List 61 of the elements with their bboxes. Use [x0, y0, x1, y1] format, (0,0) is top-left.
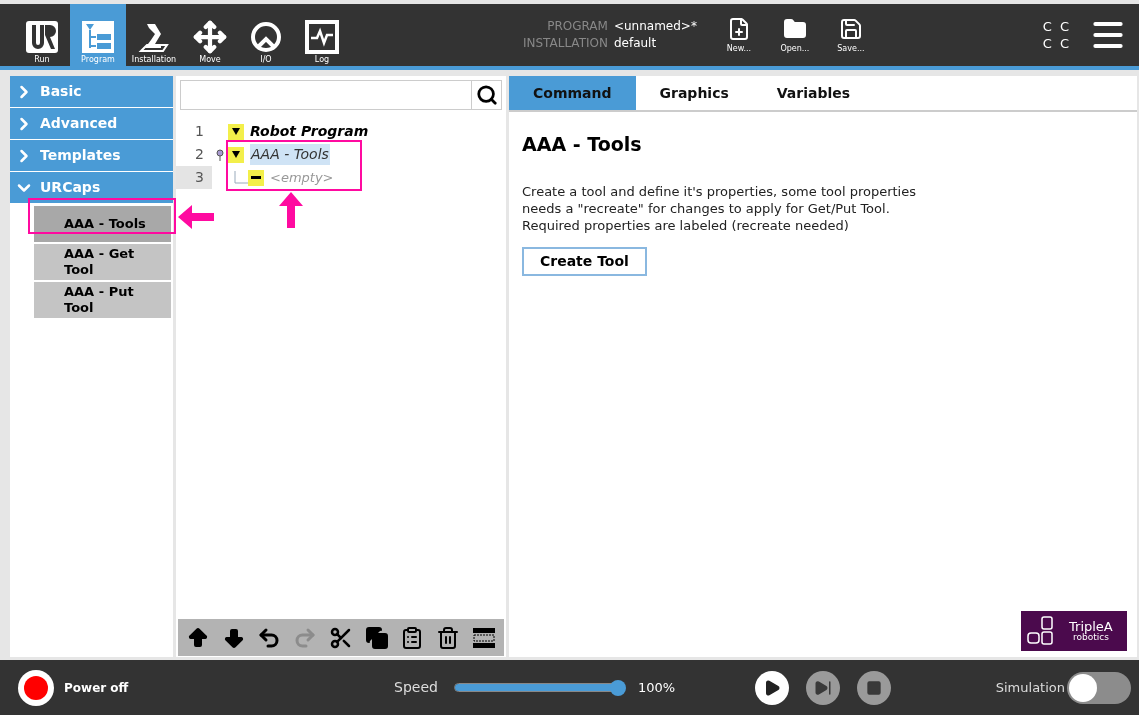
tab[interactable]: Command: [509, 76, 636, 110]
nav-tab[interactable]: Log: [294, 4, 350, 66]
power-status: Power off: [64, 679, 130, 697]
tab[interactable]: Variables: [752, 76, 875, 110]
folder-icon: [782, 17, 807, 41]
step-icon: [814, 678, 833, 697]
save-icon: [838, 17, 863, 41]
status-letter: C: [1042, 35, 1052, 52]
move-arrows-icon: [193, 20, 227, 54]
pin-icon: [216, 148, 224, 161]
nav-tab[interactable]: Move: [182, 4, 238, 66]
power-button[interactable]: [18, 669, 54, 706]
status-letter: C: [1059, 35, 1069, 52]
create-tool-button[interactable]: Create Tool: [522, 246, 647, 276]
scissors-icon[interactable]: [328, 625, 353, 650]
chart-window-icon: [305, 20, 339, 54]
stop-icon: [866, 679, 883, 696]
tree-node[interactable]: Robot Program: [250, 121, 369, 142]
simulation-switch[interactable]: [1067, 671, 1131, 704]
collapse-icon[interactable]: [228, 123, 244, 140]
installation-label: INSTALLATION: [521, 35, 608, 52]
play-button[interactable]: [755, 670, 790, 705]
line-number: 3: [176, 166, 212, 189]
program-name: <unnamed>*: [613, 18, 697, 35]
copy-icon[interactable]: [364, 625, 389, 650]
urcap-item[interactable]: AAA - Get Tool: [34, 244, 171, 280]
simulation-label: Simulation: [995, 678, 1065, 697]
tree-node[interactable]: AAA - Tools: [250, 144, 330, 165]
annotation-arrow: [178, 205, 214, 229]
file-button[interactable]: Open...: [770, 4, 819, 66]
tree-connector: [234, 170, 248, 185]
nav-tab[interactable]: Run: [14, 4, 70, 66]
program-label: PROGRAM: [546, 18, 608, 35]
tab[interactable]: Graphics: [635, 76, 753, 110]
status-letter: C: [1059, 18, 1069, 35]
file-button[interactable]: New...: [714, 4, 763, 66]
urcap-item[interactable]: AAA - Tools: [34, 206, 171, 242]
annotation-arrow: [279, 192, 303, 228]
logo-icon: [25, 20, 59, 54]
installation-name: default: [613, 35, 657, 52]
urcap-item[interactable]: AAA - Put Tool: [34, 282, 171, 318]
play-icon: [763, 678, 782, 697]
trash-icon[interactable]: [436, 625, 461, 650]
nav-tab[interactable]: I/O: [238, 4, 294, 66]
status-letter: C: [1042, 18, 1052, 35]
logo-name: TripleA: [1069, 620, 1113, 633]
command-description: Create a tool and define it's properties, some tool properties needs a "recreate" for changes to apply for Get/Put Tool. Required properties are labeled (recreate needed): [522, 182, 917, 234]
line-number: 2: [194, 145, 205, 164]
collapse-icon[interactable]: [228, 146, 244, 163]
command-title: AAA - Tools: [522, 132, 642, 157]
empty-node-icon: [248, 169, 264, 186]
logo-tagline: robotics: [1072, 633, 1109, 642]
nav-tab[interactable]: Installation: [126, 4, 182, 66]
speed-reading: 100%: [637, 678, 676, 697]
suppress-icon[interactable]: [472, 625, 496, 650]
line-number: 1: [194, 122, 205, 141]
search-field[interactable]: [180, 80, 502, 110]
speed-label: Speed: [394, 678, 438, 697]
file-button[interactable]: Save...: [826, 4, 875, 66]
gauge-icon: [249, 20, 283, 54]
program-tree-icon: [81, 20, 115, 54]
